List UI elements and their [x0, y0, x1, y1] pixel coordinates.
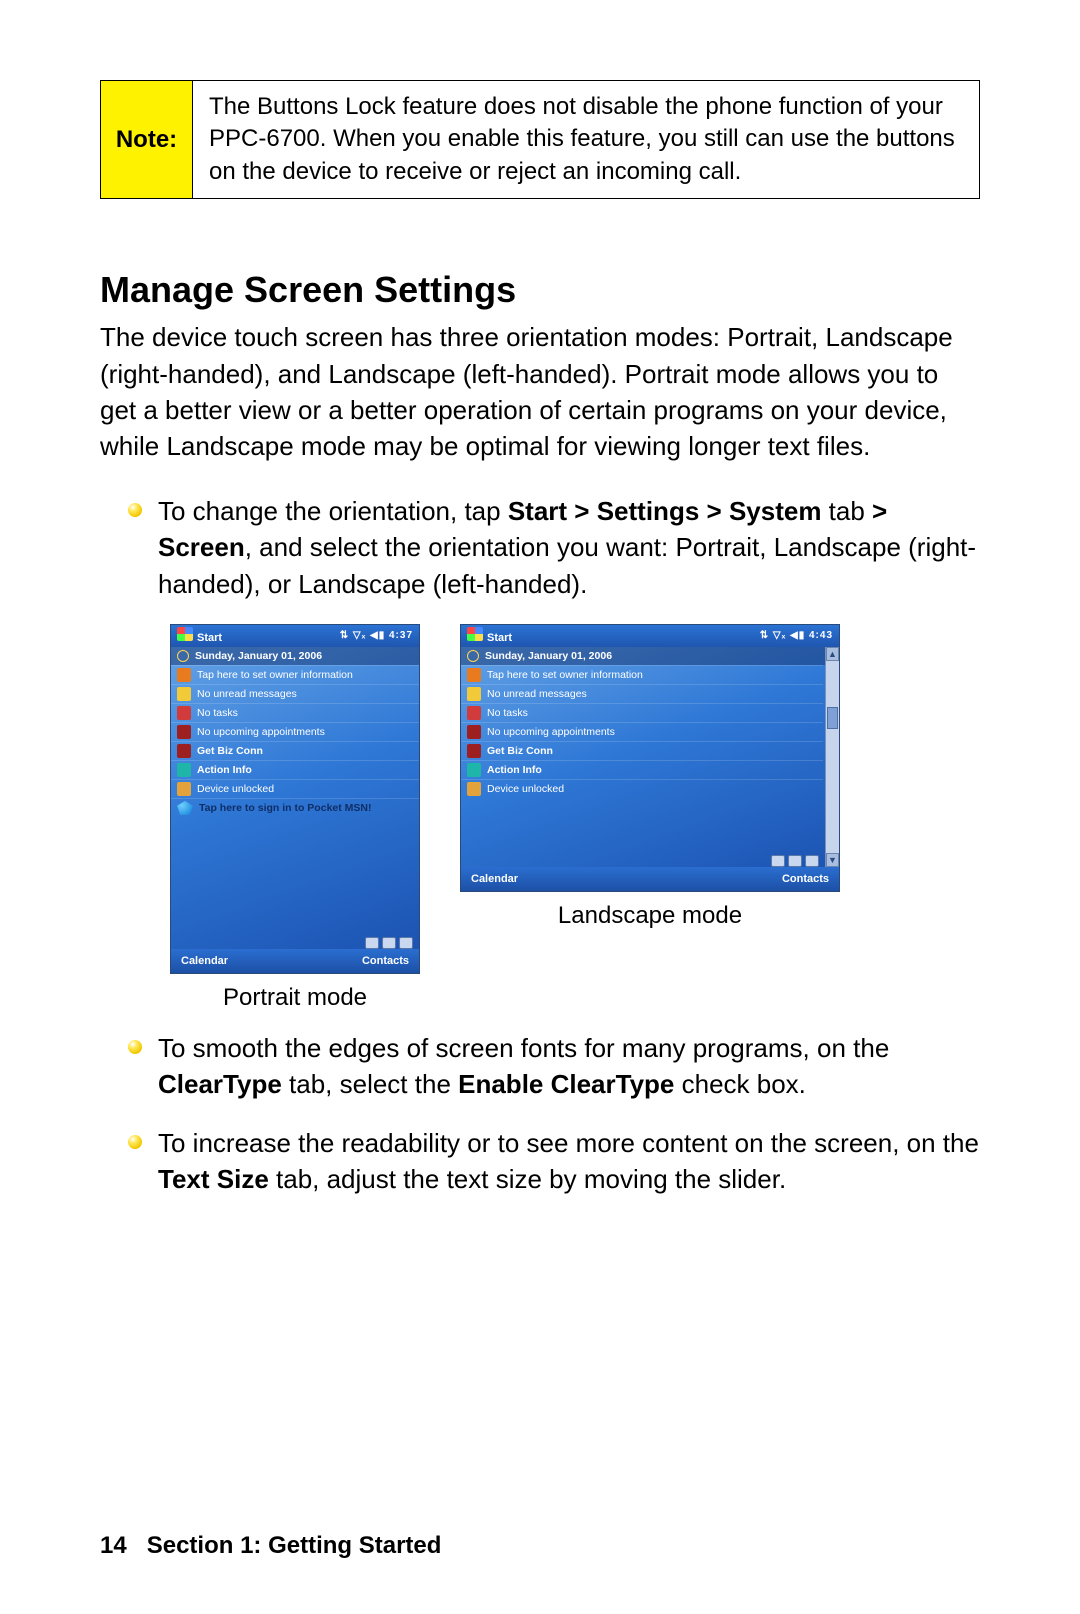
page-footer: 14 Section 1: Getting Started — [100, 1532, 441, 1560]
portrait-device-screenshot: Start ⇅ ▽ₓ ◀▮ 4:37 Sunday, January 01, 2… — [170, 624, 420, 974]
mail-icon — [467, 687, 481, 701]
softkey-bar: Calendar Contacts — [461, 867, 839, 891]
softkey-left: Calendar — [181, 955, 228, 967]
clock-icon — [467, 650, 479, 662]
device-titlebar: Start ⇅ ▽ₓ ◀▮ 4:37 — [171, 625, 419, 647]
windows-flag-icon — [177, 627, 193, 641]
today-row-tasks: No tasks — [171, 703, 419, 722]
note-text: The Buttons Lock feature does not disabl… — [193, 81, 979, 198]
device-titlebar: Start ⇅ ▽ₓ ◀▮ 4:43 — [461, 625, 839, 647]
calendar-icon — [177, 725, 191, 739]
today-row-tasks: No tasks — [461, 703, 823, 722]
landscape-caption: Landscape mode — [460, 902, 840, 930]
intro-paragraph: The device touch screen has three orient… — [100, 319, 980, 465]
today-row-unlocked: Device unlocked — [171, 779, 419, 798]
scroll-down-icon: ▼ — [826, 853, 839, 867]
status-icons: ⇅ ▽ₓ ◀▮ 4:43 — [760, 630, 833, 641]
today-list: Tap here to set owner information No unr… — [171, 665, 419, 817]
bullet-list-2: To smooth the edges of screen fonts for … — [100, 1030, 980, 1198]
today-row-action: Action Info — [171, 760, 419, 779]
status-icons: ⇅ ▽ₓ ◀▮ 4:37 — [340, 630, 413, 641]
section-heading: Manage Screen Settings — [100, 269, 980, 311]
bullet-item-orientation: To change the orientation, tap Start > S… — [128, 493, 980, 602]
device-datebar: Sunday, January 01, 2006 — [171, 647, 419, 665]
footer-section: Section 1: Getting Started — [147, 1532, 442, 1559]
system-tray — [771, 855, 819, 867]
screenshot-row: Start ⇅ ▽ₓ ◀▮ 4:37 Sunday, January 01, 2… — [170, 624, 980, 1012]
landscape-device-screenshot: Start ⇅ ▽ₓ ◀▮ 4:43 Sunday, January 01, 2… — [460, 624, 840, 892]
today-row-unlocked: Device unlocked — [461, 779, 823, 798]
mail-icon — [177, 687, 191, 701]
scroll-up-icon: ▲ — [826, 647, 839, 661]
today-row-owner: Tap here to set owner information — [461, 665, 823, 684]
tasks-icon — [467, 706, 481, 720]
softkey-right: Contacts — [362, 955, 409, 967]
system-tray — [365, 937, 413, 949]
today-row-action: Action Info — [461, 760, 823, 779]
scroll-thumb — [827, 707, 838, 729]
note-box: Note: The Buttons Lock feature does not … — [100, 80, 980, 199]
today-row-messages: No unread messages — [171, 684, 419, 703]
softkey-left: Calendar — [471, 873, 518, 885]
softkey-bar: Calendar Contacts — [171, 949, 419, 973]
owner-icon — [467, 668, 481, 682]
today-row-biz: Get Biz Conn — [171, 741, 419, 760]
today-row-messages: No unread messages — [461, 684, 823, 703]
bullet-item-textsize: To increase the readability or to see mo… — [128, 1125, 980, 1198]
device-datebar: Sunday, January 01, 2006 — [461, 647, 839, 665]
calendar-icon — [467, 725, 481, 739]
bullet-item-cleartype: To smooth the edges of screen fonts for … — [128, 1030, 980, 1103]
bullet-list: To change the orientation, tap Start > S… — [100, 493, 980, 602]
msn-icon — [177, 801, 193, 815]
today-list: Tap here to set owner information No unr… — [461, 665, 839, 798]
today-row-owner: Tap here to set owner information — [171, 665, 419, 684]
portrait-caption: Portrait mode — [170, 984, 420, 1012]
today-row-biz: Get Biz Conn — [461, 741, 823, 760]
owner-icon — [177, 668, 191, 682]
lock-icon — [467, 782, 481, 796]
page-number: 14 — [100, 1532, 127, 1559]
action-icon — [467, 763, 481, 777]
softkey-right: Contacts — [782, 873, 829, 885]
action-icon — [177, 763, 191, 777]
windows-flag-icon — [467, 627, 483, 641]
tasks-icon — [177, 706, 191, 720]
today-row-msn: Tap here to sign in to Pocket MSN! — [171, 798, 419, 817]
bizconn-icon — [177, 744, 191, 758]
portrait-column: Start ⇅ ▽ₓ ◀▮ 4:37 Sunday, January 01, 2… — [170, 624, 420, 1012]
scrollbar: ▲ ▼ — [825, 647, 839, 867]
today-row-appts: No upcoming appointments — [171, 722, 419, 741]
landscape-column: Start ⇅ ▽ₓ ◀▮ 4:43 Sunday, January 01, 2… — [460, 624, 840, 1012]
today-row-appts: No upcoming appointments — [461, 722, 823, 741]
bizconn-icon — [467, 744, 481, 758]
clock-icon — [177, 650, 189, 662]
lock-icon — [177, 782, 191, 796]
note-label: Note: — [101, 81, 193, 198]
